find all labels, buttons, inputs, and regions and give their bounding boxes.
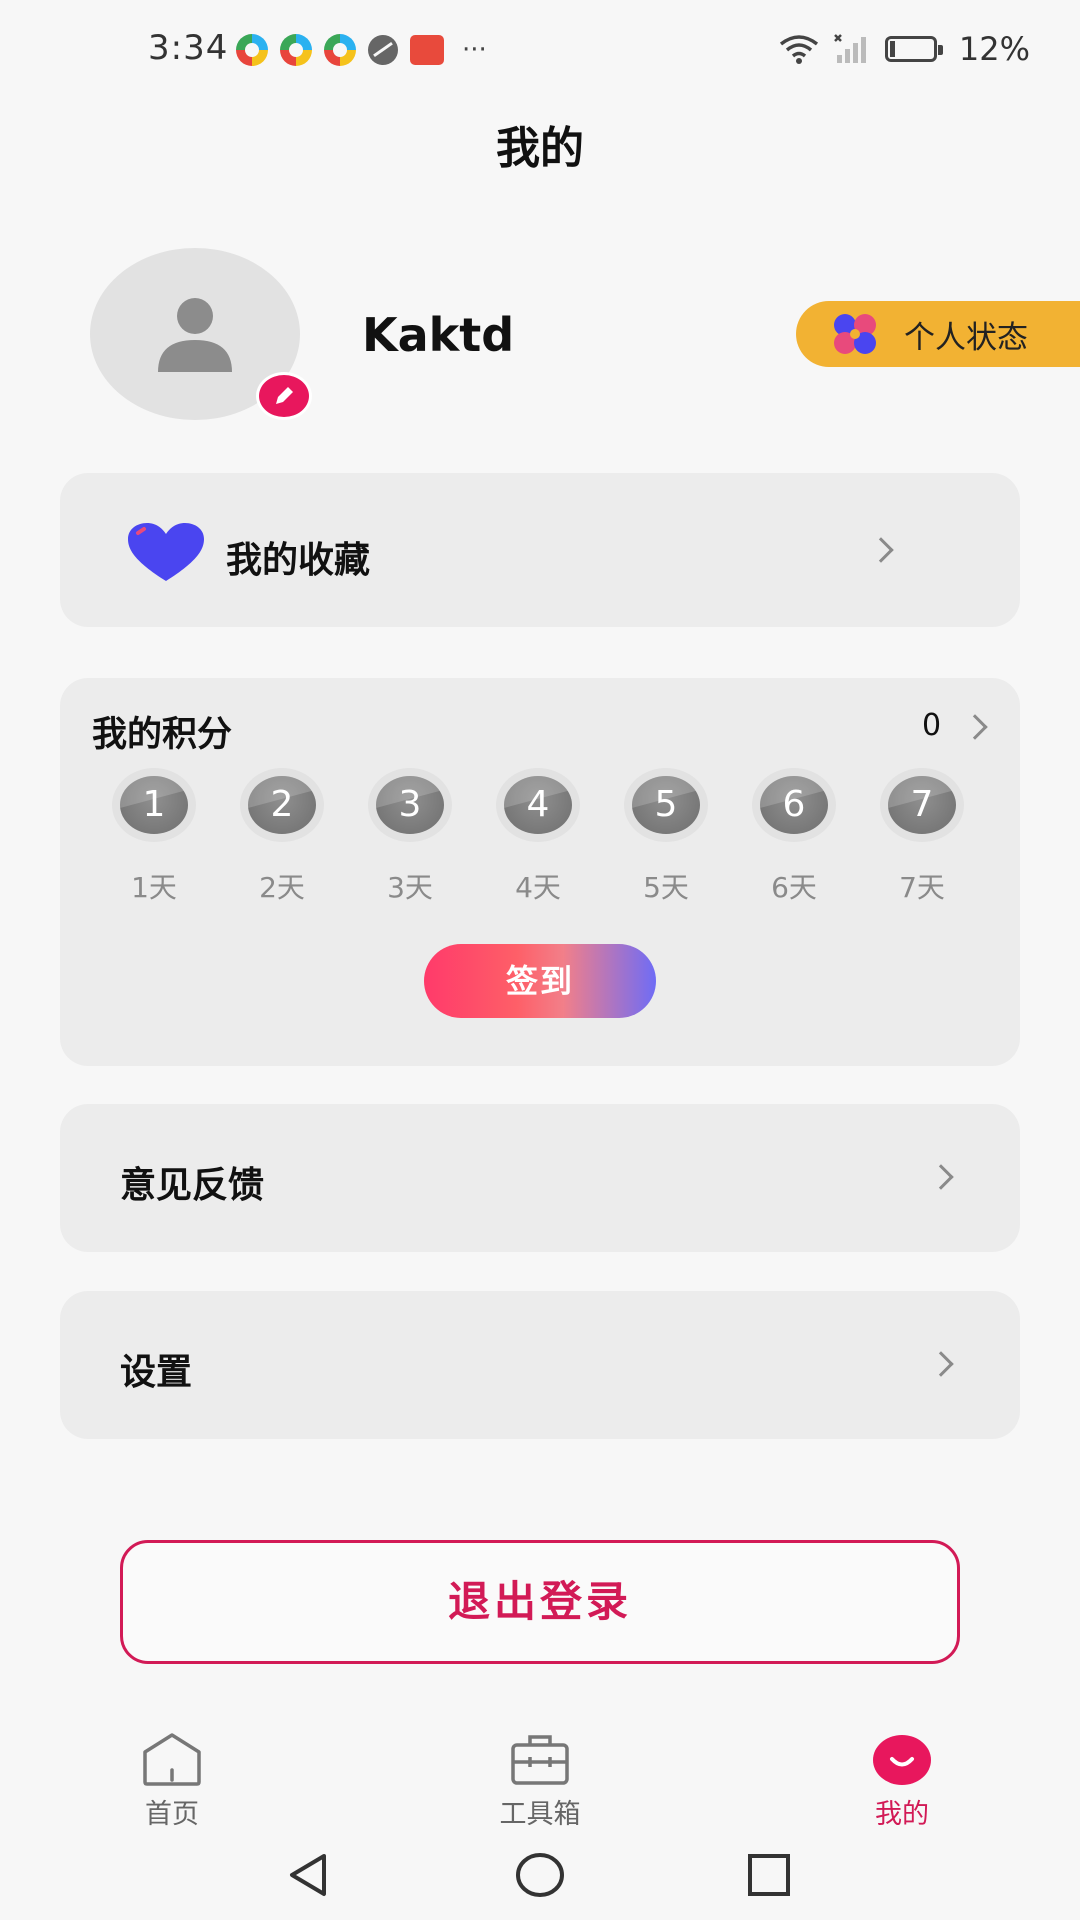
signal-icon [833,34,866,63]
swirl-app-icon [324,34,356,66]
feedback-row[interactable]: 意见反馈 [60,1104,1020,1252]
logout-button[interactable]: 退出登录 [120,1540,960,1664]
settings-row[interactable]: 设置 [60,1291,1020,1439]
chevron-right-icon [928,1351,954,1377]
toolbox-icon [511,1735,569,1785]
recents-square-icon[interactable] [744,1850,794,1900]
page-title: 我的 [496,123,584,174]
bottom-tab-bar: 首页 工具箱 我的 [0,1716,1080,1830]
tab-toolbox[interactable]: 工具箱 [460,1716,620,1831]
globe-icon [368,35,398,65]
points-title: 我的积分 [92,715,233,755]
day-badge: 3 [376,776,444,834]
day-label: 2天 [259,871,305,904]
chevron-right-icon [928,1164,954,1190]
tab-label: 工具箱 [499,1799,581,1830]
personal-status-button[interactable]: 个人状态 [796,301,1080,367]
heart-icon [128,523,204,581]
back-triangle-icon[interactable] [284,1850,334,1900]
notification-icons: ··· [236,34,487,66]
system-nav-bar [0,1832,1080,1920]
tab-mine[interactable]: 我的 [822,1716,982,1831]
chevron-right-icon[interactable] [962,714,988,740]
swirl-app-icon [236,34,268,66]
home-circle-icon[interactable] [514,1850,566,1900]
more-notifications-icon: ··· [462,35,487,65]
swirl-app-icon [280,34,312,66]
checkin-day: 5 5天 [621,776,711,906]
battery-level: 12% [958,30,1030,68]
tab-label: 首页 [145,1799,199,1830]
home-icon [143,1733,201,1786]
tab-label: 我的 [875,1799,929,1830]
checkin-day: 1 1天 [109,776,199,906]
checkin-day: 6 6天 [749,776,839,906]
feedback-label: 意见反馈 [120,1165,265,1206]
day-label: 7天 [899,871,945,904]
status-right: 12% [779,30,1030,68]
day-badge: 6 [760,776,828,834]
points-value[interactable]: 0 [922,708,941,743]
my-page-screen: 3:34 ··· 12% 我的 Kaktd 个人状态 我的收藏 我的积分 0 1… [0,0,1080,1920]
checkin-day: 3 3天 [365,776,455,906]
username: Kaktd [362,308,515,362]
smile-icon [873,1735,931,1785]
status-time: 3:34 [148,28,229,68]
day-badge: 4 [504,776,572,834]
day-label: 1天 [131,871,177,904]
signin-button[interactable]: 签到 [424,944,656,1018]
status-bar: 3:34 ··· 12% [0,0,1080,100]
battery-icon [884,36,943,62]
day-badge: 2 [248,776,316,834]
chevron-right-icon [868,537,894,563]
favorites-row[interactable]: 我的收藏 [60,473,1020,627]
personal-status-label: 个人状态 [904,319,1028,356]
tab-home[interactable]: 首页 [92,1716,252,1831]
settings-label: 设置 [120,1352,193,1393]
clover-icon [834,314,876,354]
day-label: 4天 [515,871,561,904]
favorites-label: 我的收藏 [226,540,371,581]
day-badge: 7 [888,776,956,834]
person-icon [158,298,232,372]
points-card: 我的积分 0 1 1天 2 2天 3 3天 4 4天 5 5天 6 6天 7 7… [60,678,1020,1066]
battery-fill [889,41,895,57]
day-label: 6天 [771,871,817,904]
checkin-day: 7 7天 [877,776,967,906]
day-badge: 5 [632,776,700,834]
checkin-day: 2 2天 [237,776,327,906]
day-badge: 1 [120,776,188,834]
huawei-app-icon [410,35,444,65]
day-label: 5天 [643,871,689,904]
wifi-icon [779,35,818,64]
edit-avatar-button[interactable] [256,372,312,420]
pencil-icon [276,387,293,404]
day-label: 3天 [387,871,433,904]
checkin-day: 4 4天 [493,776,583,906]
